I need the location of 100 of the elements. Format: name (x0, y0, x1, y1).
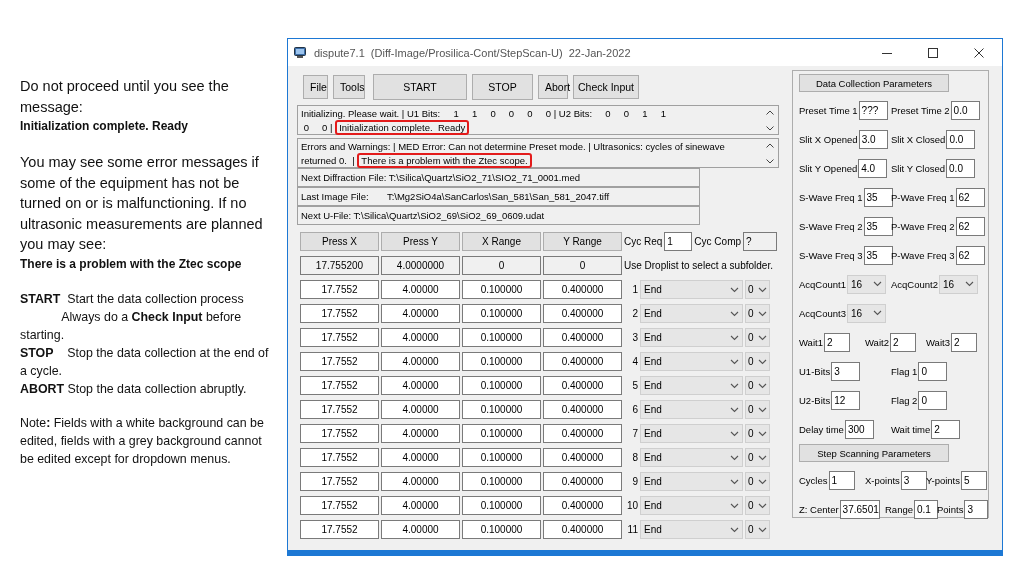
section-header-button[interactable]: Data Collection Parameters (799, 74, 949, 92)
input-field[interactable]: 17.7552 (300, 424, 379, 443)
scroll-down-icon[interactable] (766, 159, 774, 164)
input-field[interactable]: 0.100000 (462, 352, 541, 371)
input-field[interactable]: 4.00000 (381, 496, 460, 515)
input-field[interactable]: 17.7552 (300, 328, 379, 347)
column-header[interactable]: Press Y (381, 232, 460, 251)
close-icon[interactable] (974, 47, 984, 58)
input-field[interactable]: 0.100000 (462, 400, 541, 419)
input-field[interactable]: 2 (823, 332, 850, 352)
input-field[interactable]: 17.7552 (300, 448, 379, 467)
count-dropdown[interactable]: 0 (745, 376, 770, 395)
input-field[interactable]: 0.0 (946, 129, 976, 149)
input-field[interactable]: 1 (828, 470, 855, 490)
input-field[interactable]: 0.400000 (543, 304, 622, 323)
maximize-icon[interactable] (928, 47, 938, 58)
column-header[interactable]: Press X (300, 232, 379, 251)
count-dropdown[interactable]: 0 (745, 520, 770, 539)
input-field[interactable]: 4.00000 (381, 448, 460, 467)
input-field[interactable]: 5 (961, 470, 987, 490)
count-dropdown[interactable]: 16 (847, 303, 886, 323)
input-field[interactable]: 2 (889, 332, 916, 352)
input-field[interactable]: 0.100000 (462, 424, 541, 443)
count-dropdown[interactable]: 0 (745, 472, 770, 491)
input-field[interactable]: 62 (955, 216, 985, 236)
input-field[interactable]: 17.7552 (300, 352, 379, 371)
input-field[interactable]: 0.400000 (543, 328, 622, 347)
input-field[interactable]: 0.400000 (543, 520, 622, 539)
folder-dropdown[interactable]: End (640, 448, 743, 467)
count-dropdown[interactable]: 0 (745, 304, 770, 323)
input-field[interactable]: 0.100000 (462, 328, 541, 347)
input-field[interactable]: 17.7552 (300, 472, 379, 491)
cycle-request-field[interactable]: 1 (664, 232, 693, 251)
input-field[interactable]: 0.400000 (543, 400, 622, 419)
count-dropdown[interactable]: 0 (745, 328, 770, 347)
input-field[interactable]: 0.400000 (543, 496, 622, 515)
folder-dropdown[interactable]: End (640, 304, 743, 323)
column-header[interactable]: X Range (462, 232, 541, 251)
toolbar-button[interactable]: Tools (333, 75, 365, 99)
input-field[interactable]: 0.400000 (543, 352, 622, 371)
scroll-up-icon[interactable] (766, 110, 774, 115)
folder-dropdown[interactable]: End (640, 472, 743, 491)
input-field[interactable]: 12 (831, 390, 861, 410)
input-field[interactable]: 4.00000 (381, 376, 460, 395)
toolbar-button[interactable]: File (303, 75, 328, 99)
count-dropdown[interactable]: 0 (745, 496, 770, 515)
input-field[interactable]: 0.400000 (543, 424, 622, 443)
folder-dropdown[interactable]: End (640, 352, 743, 371)
input-field[interactable]: 37.6501 (839, 499, 880, 519)
input-field[interactable]: 0.100000 (462, 280, 541, 299)
input-field[interactable]: 2 (931, 419, 961, 439)
input-field[interactable]: 17.7552 (300, 400, 379, 419)
input-field[interactable]: 17.7552 (300, 496, 379, 515)
input-field[interactable]: 0.400000 (543, 448, 622, 467)
input-field[interactable]: 4.00000 (381, 472, 460, 491)
input-field[interactable]: 0.400000 (543, 376, 622, 395)
count-dropdown[interactable]: 0 (745, 280, 770, 299)
count-dropdown[interactable]: 0 (745, 352, 770, 371)
section-header-button[interactable]: Step Scanning Parameters (799, 444, 949, 462)
input-field[interactable]: 4.00000 (381, 328, 460, 347)
count-dropdown[interactable]: 0 (745, 448, 770, 467)
input-field[interactable]: 0.100000 (462, 448, 541, 467)
scroll-up-icon[interactable] (766, 143, 774, 148)
input-field[interactable]: 0.0 (946, 158, 976, 178)
input-field[interactable]: ??? (858, 100, 888, 120)
folder-dropdown[interactable]: End (640, 400, 743, 419)
folder-dropdown[interactable]: End (640, 424, 743, 443)
input-field[interactable]: 62 (955, 187, 985, 207)
folder-dropdown[interactable]: End (640, 496, 743, 515)
input-field[interactable]: 0.400000 (543, 472, 622, 491)
folder-dropdown[interactable]: End (640, 328, 743, 347)
input-field[interactable]: 17.7552 (300, 376, 379, 395)
input-field[interactable]: 0.0 (950, 100, 980, 120)
input-field[interactable]: 3 (900, 470, 927, 490)
input-field[interactable]: 2 (950, 332, 977, 352)
count-dropdown[interactable]: 16 (939, 274, 978, 294)
input-field[interactable]: 0.100000 (462, 520, 541, 539)
input-field[interactable]: 17.7552 (300, 280, 379, 299)
input-field[interactable]: 300 (844, 419, 874, 439)
input-field[interactable]: 0.100000 (462, 472, 541, 491)
input-field[interactable]: 0 (918, 390, 948, 410)
folder-dropdown[interactable]: End (640, 376, 743, 395)
column-header[interactable]: Y Range (543, 232, 622, 251)
scroll-down-icon[interactable] (766, 126, 774, 131)
input-field[interactable]: 4.00000 (381, 280, 460, 299)
input-field[interactable]: 0.100000 (462, 304, 541, 323)
input-field[interactable]: 17.7552 (300, 304, 379, 323)
input-field[interactable]: 0 (918, 361, 948, 381)
input-field[interactable]: 0.100000 (462, 496, 541, 515)
input-field[interactable]: 0.1 (914, 499, 938, 519)
input-field[interactable]: 0.100000 (462, 376, 541, 395)
input-field[interactable]: 4.00000 (381, 520, 460, 539)
toolbar-button[interactable]: START (373, 74, 467, 100)
folder-dropdown[interactable]: End (640, 520, 743, 539)
input-field[interactable]: 4.00000 (381, 424, 460, 443)
count-dropdown[interactable]: 16 (847, 274, 886, 294)
input-field[interactable]: 0.400000 (543, 280, 622, 299)
folder-dropdown[interactable]: End (640, 280, 743, 299)
input-field[interactable]: 62 (955, 245, 985, 265)
input-field[interactable]: 4.0 (858, 158, 888, 178)
